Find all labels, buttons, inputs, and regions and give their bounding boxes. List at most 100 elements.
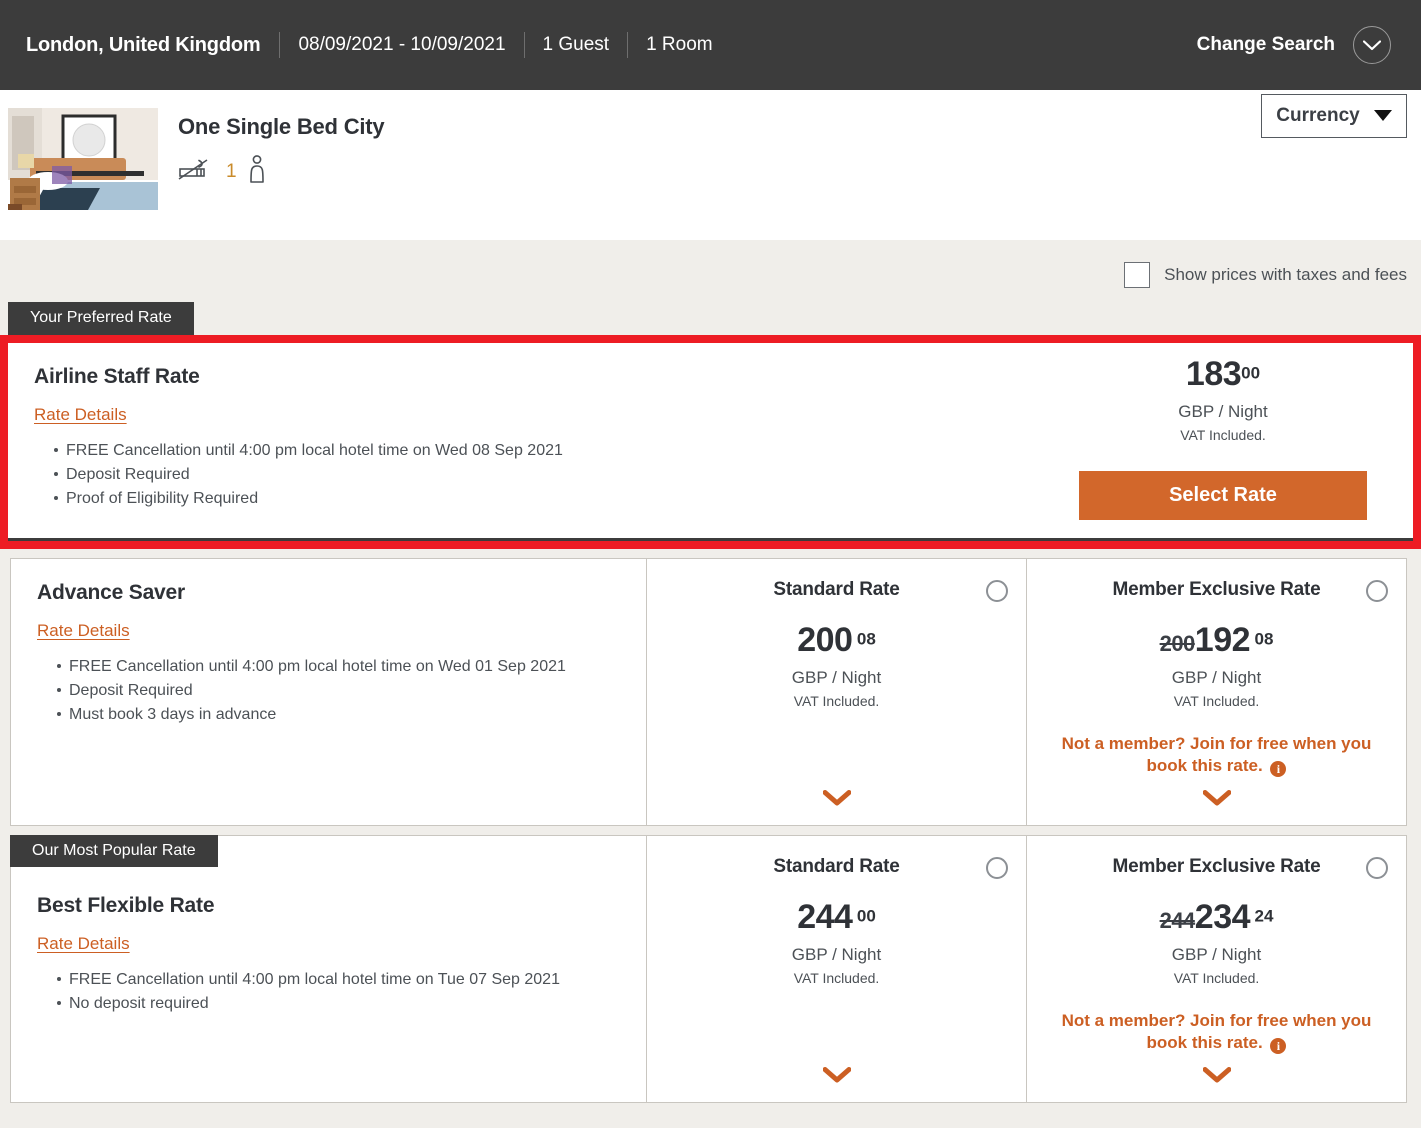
- no-smoking-icon: [178, 158, 212, 185]
- preferred-rate-tag: Your Preferred Rate: [8, 302, 194, 335]
- room-info: One Single Bed City 1: [178, 104, 385, 189]
- search-summary-bar: London, United Kingdom 08/09/2021 - 10/0…: [0, 0, 1421, 90]
- price-vat-note: VAT Included.: [1180, 426, 1266, 443]
- member-join-promo-text: Not a member? Join for free when you boo…: [1061, 733, 1372, 776]
- price-per-night: GBP / Night: [791, 667, 882, 687]
- search-destination: London, United Kingdom: [26, 33, 261, 56]
- chevron-down-icon[interactable]: [647, 1066, 1026, 1088]
- info-icon[interactable]: i: [1270, 1038, 1287, 1055]
- rate-bullet-list: FREE Cancellation until 4:00 pm local ho…: [37, 968, 646, 1017]
- rate-bullet: FREE Cancellation until 4:00 pm local ho…: [54, 439, 1033, 463]
- change-search-label: Change Search: [1196, 34, 1335, 55]
- price-whole: 183: [1185, 354, 1242, 393]
- preferred-rate-details: Airline Staff Rate Rate Details FREE Can…: [8, 343, 1033, 538]
- price-whole: 192: [1194, 620, 1251, 659]
- search-criteria: London, United Kingdom 08/09/2021 - 10/0…: [26, 32, 731, 58]
- member-rate-title: Member Exclusive Rate: [1112, 855, 1321, 877]
- standard-rate-title: Standard Rate: [773, 855, 900, 877]
- search-guests: 1 Guest: [542, 34, 610, 55]
- price-whole: 200: [797, 620, 853, 659]
- room-header: One Single Bed City 1 Currency: [0, 90, 1421, 240]
- price-original: 200: [1159, 630, 1196, 656]
- price-cents: 08: [856, 629, 876, 649]
- rate-bullet: Deposit Required: [57, 679, 646, 703]
- preferred-rate-tag-row: Your Preferred Rate: [0, 302, 1421, 335]
- member-rate-column: Member Exclusive Rate 200192 08 GBP / Ni…: [1026, 558, 1406, 825]
- rate-bullet: Deposit Required: [54, 463, 1033, 487]
- caret-down-icon: [1373, 105, 1392, 127]
- price-whole: 234: [1194, 897, 1251, 936]
- price-per-night: GBP / Night: [1178, 401, 1268, 421]
- price-whole: 244: [797, 897, 853, 936]
- search-rooms: 1 Room: [646, 34, 713, 55]
- price-cents: 00: [856, 906, 876, 926]
- rate-price: 200 08: [663, 623, 1010, 657]
- rate-name: Advance Saver: [37, 580, 185, 604]
- rate-name: Airline Staff Rate: [34, 364, 200, 388]
- rate-price: 200192 08: [1043, 623, 1390, 657]
- rate-price: 244234 24: [1043, 900, 1390, 934]
- room-attributes: 1: [178, 154, 384, 189]
- member-rate-column: Member Exclusive Rate 244234 24 GBP / Ni…: [1026, 835, 1406, 1102]
- price-vat-note: VAT Included.: [1173, 692, 1260, 709]
- price-vat-note: VAT Included.: [793, 969, 880, 986]
- room-thumbnail-image[interactable]: [8, 108, 158, 210]
- person-icon: [247, 154, 267, 189]
- member-join-promo[interactable]: Not a member? Join for free when you boo…: [1043, 1010, 1390, 1055]
- price-cents: 00: [1241, 363, 1261, 383]
- rate-bullet: Must book 3 days in advance: [57, 703, 646, 727]
- standard-rate-column: Standard Rate 244 00 GBP / Night VAT Inc…: [646, 835, 1026, 1102]
- standard-rate-radio[interactable]: [986, 579, 1008, 602]
- member-join-promo[interactable]: Not a member? Join for free when you boo…: [1043, 733, 1390, 778]
- preferred-rate-card: Airline Staff Rate Rate Details FREE Can…: [0, 334, 1421, 549]
- price-per-night: GBP / Night: [1171, 944, 1262, 964]
- search-dates: 08/09/2021 - 10/09/2021: [298, 34, 506, 55]
- rate-price: 18300: [1033, 357, 1413, 391]
- rate-bullet: No deposit required: [57, 992, 646, 1016]
- rate-bullet: FREE Cancellation until 4:00 pm local ho…: [57, 655, 646, 679]
- rate-details-link[interactable]: Rate Details: [37, 621, 130, 641]
- room-title: One Single Bed City: [178, 114, 385, 139]
- standard-rate-title: Standard Rate: [773, 578, 900, 600]
- show-taxes-row: Show prices with taxes and fees: [0, 240, 1421, 288]
- preferred-rate-price-block: 18300 GBP / Night VAT Included. Select R…: [1033, 343, 1413, 538]
- member-join-promo-text: Not a member? Join for free when you boo…: [1061, 1010, 1372, 1053]
- rate-bullet-list: FREE Cancellation until 4:00 pm local ho…: [34, 439, 1033, 512]
- rate-details-link[interactable]: Rate Details: [37, 934, 130, 954]
- rate-card: Advance Saver Rate Details FREE Cancella…: [10, 557, 1407, 826]
- member-rate-radio[interactable]: [1366, 856, 1388, 879]
- price-vat-note: VAT Included.: [1173, 969, 1260, 986]
- price-vat-note: VAT Included.: [793, 692, 880, 709]
- chevron-down-icon[interactable]: [1353, 26, 1391, 64]
- standard-rate-radio[interactable]: [986, 856, 1008, 879]
- price-cents: 24: [1254, 906, 1274, 926]
- rate-bullet: FREE Cancellation until 4:00 pm local ho…: [57, 968, 646, 992]
- show-taxes-checkbox[interactable]: [1124, 262, 1151, 288]
- occupancy-count: 1: [226, 160, 237, 182]
- member-rate-title: Member Exclusive Rate: [1112, 578, 1321, 600]
- currency-selector[interactable]: Currency: [1261, 94, 1407, 138]
- rate-price: 244 00: [663, 900, 1010, 934]
- rate-bullet-list: FREE Cancellation until 4:00 pm local ho…: [37, 655, 646, 728]
- rate-name: Best Flexible Rate: [37, 893, 215, 917]
- rate-card-details: Advance Saver Rate Details FREE Cancella…: [11, 559, 646, 825]
- standard-rate-column: Standard Rate 200 08 GBP / Night VAT Inc…: [646, 558, 1026, 825]
- rates-section: Show prices with taxes and fees Your Pre…: [0, 240, 1421, 1128]
- rate-details-link[interactable]: Rate Details: [34, 405, 127, 425]
- member-rate-radio[interactable]: [1366, 579, 1388, 602]
- select-rate-button[interactable]: Select Rate: [1079, 470, 1367, 520]
- info-icon[interactable]: i: [1270, 761, 1287, 778]
- price-original: 244: [1159, 907, 1196, 933]
- chevron-down-icon[interactable]: [1027, 1066, 1406, 1088]
- price-per-night: GBP / Night: [791, 944, 882, 964]
- currency-label: Currency: [1276, 105, 1360, 126]
- show-taxes-label: Show prices with taxes and fees: [1164, 265, 1407, 284]
- chevron-down-icon[interactable]: [647, 789, 1026, 811]
- rate-card: Our Most Popular Rate Best Flexible Rate…: [10, 834, 1407, 1103]
- price-cents: 08: [1254, 629, 1274, 649]
- preferred-rate-block: Your Preferred Rate Airline Staff Rate R…: [0, 302, 1421, 549]
- change-search-button[interactable]: Change Search: [1197, 26, 1399, 64]
- rate-bullet: Proof of Eligibility Required: [54, 487, 1033, 511]
- price-per-night: GBP / Night: [1171, 667, 1262, 687]
- chevron-down-icon[interactable]: [1027, 789, 1406, 811]
